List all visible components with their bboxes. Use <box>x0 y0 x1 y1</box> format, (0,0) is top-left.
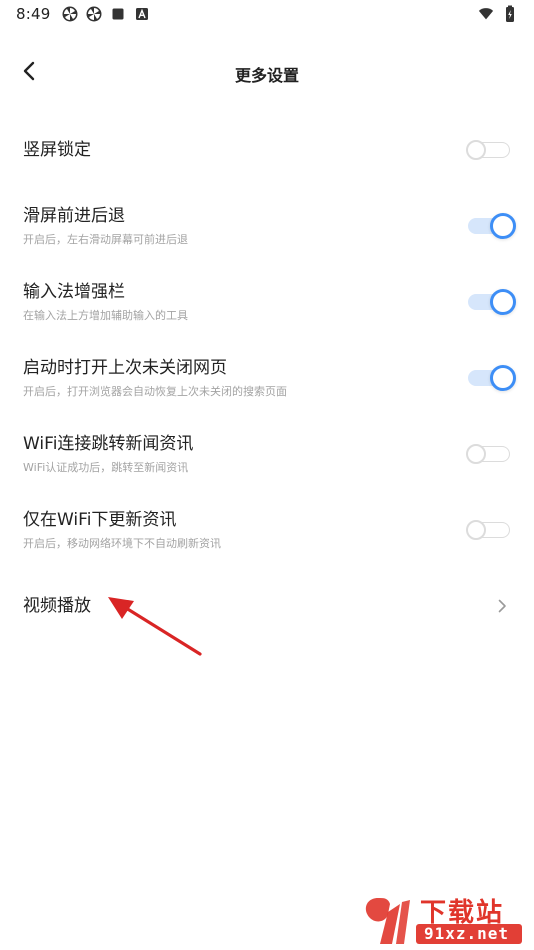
status-icons-right <box>478 5 518 22</box>
setting-title: 竖屏锁定 <box>23 140 91 160</box>
screen: 8:49 更多设置 竖屏锁定 滑屏前进后退 开启后，左右滑动屏幕可前进后退 输入… <box>0 0 534 950</box>
status-bar: 8:49 <box>0 0 534 28</box>
setting-title: 仅在WiFi下更新资讯 <box>23 510 177 530</box>
setting-portrait-lock: 竖屏锁定 <box>0 112 534 188</box>
toggle-switch[interactable] <box>466 365 516 391</box>
toggle-switch[interactable] <box>466 213 516 239</box>
status-time: 8:49 <box>16 5 51 23</box>
setting-description: WiFi认证成功后，跳转至新闻资讯 <box>23 461 189 474</box>
toggle-switch[interactable] <box>466 289 516 315</box>
pinwheel-icon <box>62 6 78 22</box>
setting-description: 在输入法上方增加辅助输入的工具 <box>23 309 188 322</box>
setting-title: 启动时打开上次未关闭网页 <box>23 358 227 378</box>
setting-input-enhance-bar: 输入法增强栏 在输入法上方增加辅助输入的工具 <box>0 264 534 340</box>
watermark-text-bottom: 91xz.net <box>424 924 510 943</box>
toggle-switch[interactable] <box>466 441 512 467</box>
settings-list: 竖屏锁定 滑屏前进后退 开启后，左右滑动屏幕可前进后退 输入法增强栏 在输入法上… <box>0 112 534 644</box>
page-title: 更多设置 <box>234 66 299 85</box>
setting-description: 开启后，移动网络环境下不自动刷新资讯 <box>23 537 221 550</box>
setting-title: 视频播放 <box>23 596 91 616</box>
setting-title: 输入法增强栏 <box>23 282 125 302</box>
setting-wifi-news-jump: WiFi连接跳转新闻资讯 WiFi认证成功后，跳转至新闻资讯 <box>0 416 534 492</box>
square-icon <box>110 6 126 22</box>
setting-restore-pages: 启动时打开上次未关闭网页 开启后，打开浏览器会自动恢复上次未关闭的搜索页面 <box>0 340 534 416</box>
setting-wifi-only-update: 仅在WiFi下更新资讯 开启后，移动网络环境下不自动刷新资讯 <box>0 492 534 568</box>
setting-title: WiFi连接跳转新闻资讯 <box>23 434 194 454</box>
status-icons-left <box>62 6 150 22</box>
chevron-right-icon <box>494 598 510 614</box>
pinwheel-icon <box>86 6 102 22</box>
toggle-switch[interactable] <box>466 137 512 163</box>
setting-title: 滑屏前进后退 <box>23 206 125 226</box>
wifi-icon <box>478 6 494 22</box>
annotation-arrow-icon <box>108 597 202 656</box>
letter-a-icon <box>134 6 150 22</box>
header: 更多设置 <box>0 50 534 96</box>
site-watermark-logo: 下载站 91xz.net <box>358 890 528 948</box>
setting-swipe-navigation: 滑屏前进后退 开启后，左右滑动屏幕可前进后退 <box>0 188 534 264</box>
setting-description: 开启后，左右滑动屏幕可前进后退 <box>23 233 188 246</box>
battery-charging-icon <box>502 5 518 22</box>
toggle-switch[interactable] <box>466 517 512 543</box>
setting-description: 开启后，打开浏览器会自动恢复上次未关闭的搜索页面 <box>23 385 287 398</box>
setting-video-playback[interactable]: 视频播放 <box>0 568 534 644</box>
